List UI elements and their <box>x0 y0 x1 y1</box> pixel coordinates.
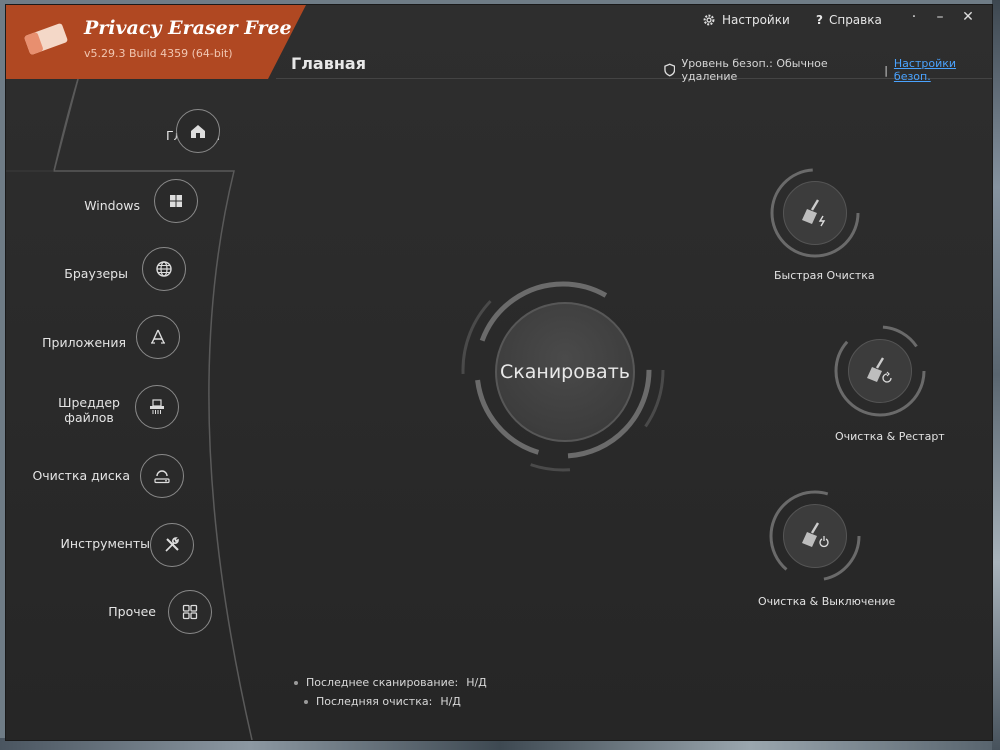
security-level-label: Уровень безоп.: Обычное удаление <box>681 57 828 83</box>
clean-restart-label: Очистка & Рестарт <box>835 430 945 443</box>
clean-shutdown-button[interactable]: Очистка & Выключение <box>758 489 895 609</box>
app-version: v5.29.3 Build 4359 (64-bit) <box>84 47 233 60</box>
broom-restart-icon <box>848 339 912 403</box>
sidebar-item-label: Windows <box>84 198 140 213</box>
last-clean-value: Н/Д <box>440 695 461 708</box>
security-level: Уровень безоп.: Обычное удаление | Настр… <box>664 57 992 83</box>
sidebar-item-apps[interactable]: Приложения <box>26 315 206 360</box>
last-scan-value: Н/Д <box>466 676 487 689</box>
home-icon <box>176 109 220 153</box>
app-window: Privacy Eraser Free v5.29.3 Build 4359 (… <box>6 5 992 740</box>
last-scan-label: Последнее сканирование: <box>306 676 459 689</box>
scan-button[interactable]: Сканировать <box>495 302 635 442</box>
sidebar-item-windows[interactable]: Windows <box>46 179 226 224</box>
help-button[interactable]: ? Справка <box>816 13 882 27</box>
last-scan-info: Последнее сканирование: Н/Д <box>294 676 487 689</box>
close-button[interactable]: ✕ <box>958 9 978 25</box>
sidebar-item-browsers[interactable]: Браузеры <box>36 247 216 292</box>
security-separator: | <box>884 63 888 77</box>
minimize-button[interactable]: – <box>930 9 950 25</box>
sidebar-item-file-shredder[interactable]: Шреддер файлов <box>26 385 206 433</box>
help-label: Справка <box>828 13 882 27</box>
sidebar-item-label: Шреддер файлов <box>58 395 120 425</box>
sidebar-item-tools[interactable]: Инструменты <box>26 523 206 567</box>
scan-area: Сканировать <box>441 280 681 520</box>
sidebar-item-label: Прочее <box>108 604 156 619</box>
tools-icon <box>150 523 194 567</box>
help-icon: ? <box>816 13 823 27</box>
last-clean-info: Последняя очистка: Н/Д <box>304 695 461 708</box>
broom-lightning-icon <box>783 181 847 245</box>
menu-dot-button[interactable]: · <box>904 9 924 25</box>
sidebar-item-label: Приложения <box>42 335 126 350</box>
windows-icon <box>154 179 198 223</box>
broom-power-icon <box>783 504 847 568</box>
logo-banner: Privacy Eraser Free v5.29.3 Build 4359 (… <box>6 5 306 79</box>
gear-icon <box>703 14 715 26</box>
grid-icon <box>168 590 212 634</box>
eraser-logo-icon <box>24 23 68 55</box>
settings-button[interactable]: Настройки <box>702 13 790 27</box>
app-title: Privacy Eraser Free <box>84 17 292 39</box>
shredder-icon <box>135 385 179 429</box>
page-title: Главная <box>291 54 366 73</box>
sidebar-item-home[interactable]: Главная <box>66 109 266 154</box>
sidebar-item-label: Очистка диска <box>32 468 130 483</box>
quick-clean-button[interactable]: Быстрая Очистка <box>770 168 875 288</box>
sidebar-item-label: Браузеры <box>64 266 128 281</box>
sidebar-item-disk-clean[interactable]: Очистка диска <box>26 454 206 498</box>
bullet-dot <box>294 680 298 685</box>
bullet-dot <box>304 699 308 704</box>
apps-icon <box>136 315 180 359</box>
clean-shutdown-label: Очистка & Выключение <box>758 595 896 608</box>
shield-icon <box>664 63 676 77</box>
quick-clean-label: Быстрая Очистка <box>774 269 875 282</box>
sidebar-item-other[interactable]: Прочее <box>26 590 226 634</box>
security-settings-link[interactable]: Настройки безоп. <box>894 57 992 83</box>
desktop-background-right <box>992 0 1000 750</box>
settings-label: Настройки <box>722 13 790 27</box>
clean-restart-button[interactable]: Очистка & Рестарт <box>834 325 945 445</box>
disk-clean-icon <box>140 454 184 498</box>
globe-icon <box>142 247 186 291</box>
sidebar-item-label: Инструменты <box>60 536 150 551</box>
last-clean-label: Последняя очистка: <box>316 695 433 708</box>
